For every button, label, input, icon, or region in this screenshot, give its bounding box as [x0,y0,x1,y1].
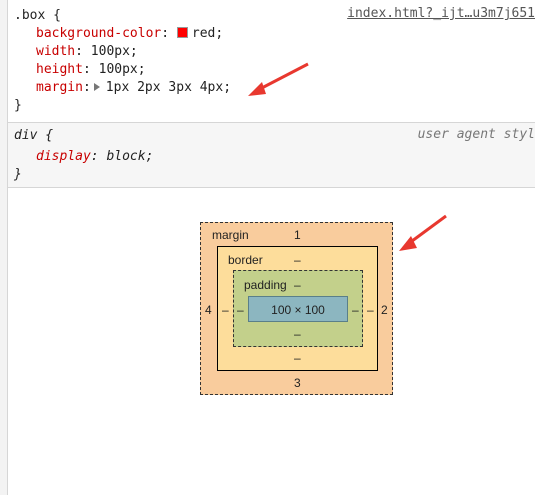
property-name[interactable]: width [36,44,75,59]
padding-right-value[interactable]: – [352,303,359,317]
border-top-value[interactable]: – [294,253,301,267]
rule-close-brace: } [14,167,22,182]
annotation-arrow-icon [399,214,447,251]
style-rule-div: div { user agent styl display: block; } [8,123,535,188]
color-swatch-icon[interactable] [176,27,188,38]
padding-label: padding [244,278,287,292]
declaration-height[interactable]: height: 100px; [36,61,146,79]
margin-bottom-value[interactable]: 3 [294,376,301,390]
property-value[interactable]: red; [192,26,223,41]
padding-top-value[interactable]: – [294,278,301,292]
property-value[interactable]: 100px; [99,62,146,77]
border-label: border [228,253,263,267]
rule-selector[interactable]: div { [14,127,53,145]
padding-bottom-value[interactable]: – [294,327,301,341]
expand-triangle-icon[interactable] [93,83,100,91]
margin-left-value[interactable]: 4 [205,303,212,317]
property-value[interactable]: 100px; [91,44,138,59]
content-size-value[interactable]: 100 × 100 [248,303,348,317]
border-bottom-value[interactable]: – [294,351,301,365]
rule-source-label: user agent styl [417,127,535,142]
rule-selector[interactable]: .box { [14,7,61,25]
rule-close-brace: } [14,98,22,113]
declaration-margin[interactable]: margin: 1px 2px 3px 4px; [36,79,231,97]
annotation-arrow-icon [248,62,309,96]
property-value[interactable]: 1px 2px 3px 4px; [106,80,231,95]
border-right-value[interactable]: – [367,303,374,317]
declaration-display[interactable]: display: block; [36,148,153,166]
padding-left-value[interactable]: – [237,303,244,317]
property-name[interactable]: background-color [36,26,161,41]
margin-top-value[interactable]: 1 [294,228,301,242]
margin-right-value[interactable]: 2 [381,303,388,317]
property-name[interactable]: display [36,149,91,164]
property-name[interactable]: margin [36,80,83,95]
declaration-background-color[interactable]: background-color: red; [36,25,223,43]
border-left-value[interactable]: – [222,303,229,317]
rule-source-link[interactable]: index.html?_ijt…u3m7j651 [347,6,535,21]
declaration-width[interactable]: width: 100px; [36,43,138,61]
property-value[interactable]: block; [106,149,153,164]
left-gutter [0,0,8,495]
margin-label: margin [212,228,249,242]
property-name[interactable]: height [36,62,83,77]
